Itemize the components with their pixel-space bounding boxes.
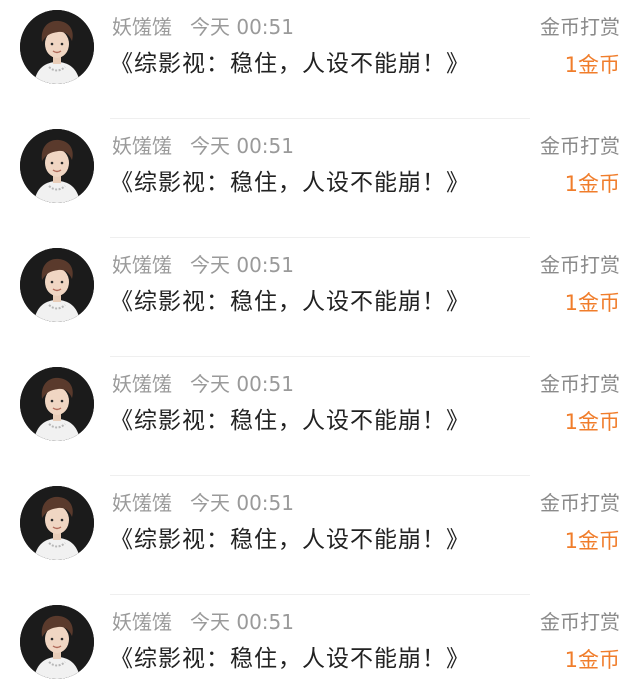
reward-type: 金币打赏 bbox=[540, 491, 620, 515]
book-title[interactable]: 《综影视：稳住，人设不能崩！》 bbox=[110, 48, 470, 80]
user-avatar[interactable] bbox=[20, 248, 94, 322]
avatar-photo-icon bbox=[20, 486, 94, 560]
reward-type: 金币打赏 bbox=[540, 610, 620, 634]
reward-type: 金币打赏 bbox=[540, 253, 620, 277]
avatar-photo-icon bbox=[20, 367, 94, 441]
user-avatar[interactable] bbox=[20, 486, 94, 560]
reward-type: 金币打赏 bbox=[540, 372, 620, 396]
user-avatar[interactable] bbox=[20, 10, 94, 84]
reward-record-row[interactable]: 妖馐馐 今天 00:51 《综影视：稳住，人设不能崩！》 金币打赏 1金币 bbox=[0, 476, 640, 595]
record-meta: 妖馐馐 今天 00:51 bbox=[112, 133, 294, 159]
reward-record-row[interactable]: 妖馐馐 今天 00:51 《综影视：稳住，人设不能崩！》 金币打赏 1金币 bbox=[0, 238, 640, 357]
avatar-photo-icon bbox=[20, 129, 94, 203]
record-meta: 妖馐馐 今天 00:51 bbox=[112, 371, 294, 397]
user-avatar[interactable] bbox=[20, 129, 94, 203]
book-title[interactable]: 《综影视：稳住，人设不能崩！》 bbox=[110, 643, 470, 675]
record-meta: 妖馐馐 今天 00:51 bbox=[112, 609, 294, 635]
avatar-photo-icon bbox=[20, 10, 94, 84]
reward-type: 金币打赏 bbox=[540, 15, 620, 39]
book-title[interactable]: 《综影视：稳住，人设不能崩！》 bbox=[110, 405, 470, 437]
avatar-photo-icon bbox=[20, 248, 94, 322]
timestamp: 今天 00:51 bbox=[190, 372, 294, 396]
username[interactable]: 妖馐馐 bbox=[112, 610, 172, 634]
username[interactable]: 妖馐馐 bbox=[112, 134, 172, 158]
reward-amount: 1金币 bbox=[564, 410, 620, 434]
record-meta: 妖馐馐 今天 00:51 bbox=[112, 14, 294, 40]
reward-amount: 1金币 bbox=[564, 648, 620, 672]
username[interactable]: 妖馐馐 bbox=[112, 491, 172, 515]
user-avatar[interactable] bbox=[20, 605, 94, 679]
reward-record-list: 妖馐馐 今天 00:51 《综影视：稳住，人设不能崩！》 金币打赏 1金币 妖馐馐… bbox=[0, 0, 640, 691]
book-title[interactable]: 《综影视：稳住，人设不能崩！》 bbox=[110, 167, 470, 199]
timestamp: 今天 00:51 bbox=[190, 134, 294, 158]
timestamp: 今天 00:51 bbox=[190, 491, 294, 515]
book-title[interactable]: 《综影视：稳住，人设不能崩！》 bbox=[110, 286, 470, 318]
username[interactable]: 妖馐馐 bbox=[112, 15, 172, 39]
timestamp: 今天 00:51 bbox=[190, 15, 294, 39]
reward-amount: 1金币 bbox=[564, 291, 620, 315]
reward-amount: 1金币 bbox=[564, 172, 620, 196]
reward-amount: 1金币 bbox=[564, 53, 620, 77]
reward-record-row[interactable]: 妖馐馐 今天 00:51 《综影视：稳住，人设不能崩！》 金币打赏 1金币 bbox=[0, 119, 640, 238]
book-title[interactable]: 《综影视：稳住，人设不能崩！》 bbox=[110, 524, 470, 556]
timestamp: 今天 00:51 bbox=[190, 253, 294, 277]
record-meta: 妖馐馐 今天 00:51 bbox=[112, 252, 294, 278]
reward-record-row[interactable]: 妖馐馐 今天 00:51 《综影视：稳住，人设不能崩！》 金币打赏 1金币 bbox=[0, 357, 640, 476]
reward-record-row[interactable]: 妖馐馐 今天 00:51 《综影视：稳住，人设不能崩！》 金币打赏 1金币 bbox=[0, 595, 640, 691]
reward-amount: 1金币 bbox=[564, 529, 620, 553]
reward-record-row[interactable]: 妖馐馐 今天 00:51 《综影视：稳住，人设不能崩！》 金币打赏 1金币 bbox=[0, 0, 640, 119]
timestamp: 今天 00:51 bbox=[190, 610, 294, 634]
record-meta: 妖馐馐 今天 00:51 bbox=[112, 490, 294, 516]
username[interactable]: 妖馐馐 bbox=[112, 372, 172, 396]
username[interactable]: 妖馐馐 bbox=[112, 253, 172, 277]
user-avatar[interactable] bbox=[20, 367, 94, 441]
avatar-photo-icon bbox=[20, 605, 94, 679]
reward-type: 金币打赏 bbox=[540, 134, 620, 158]
